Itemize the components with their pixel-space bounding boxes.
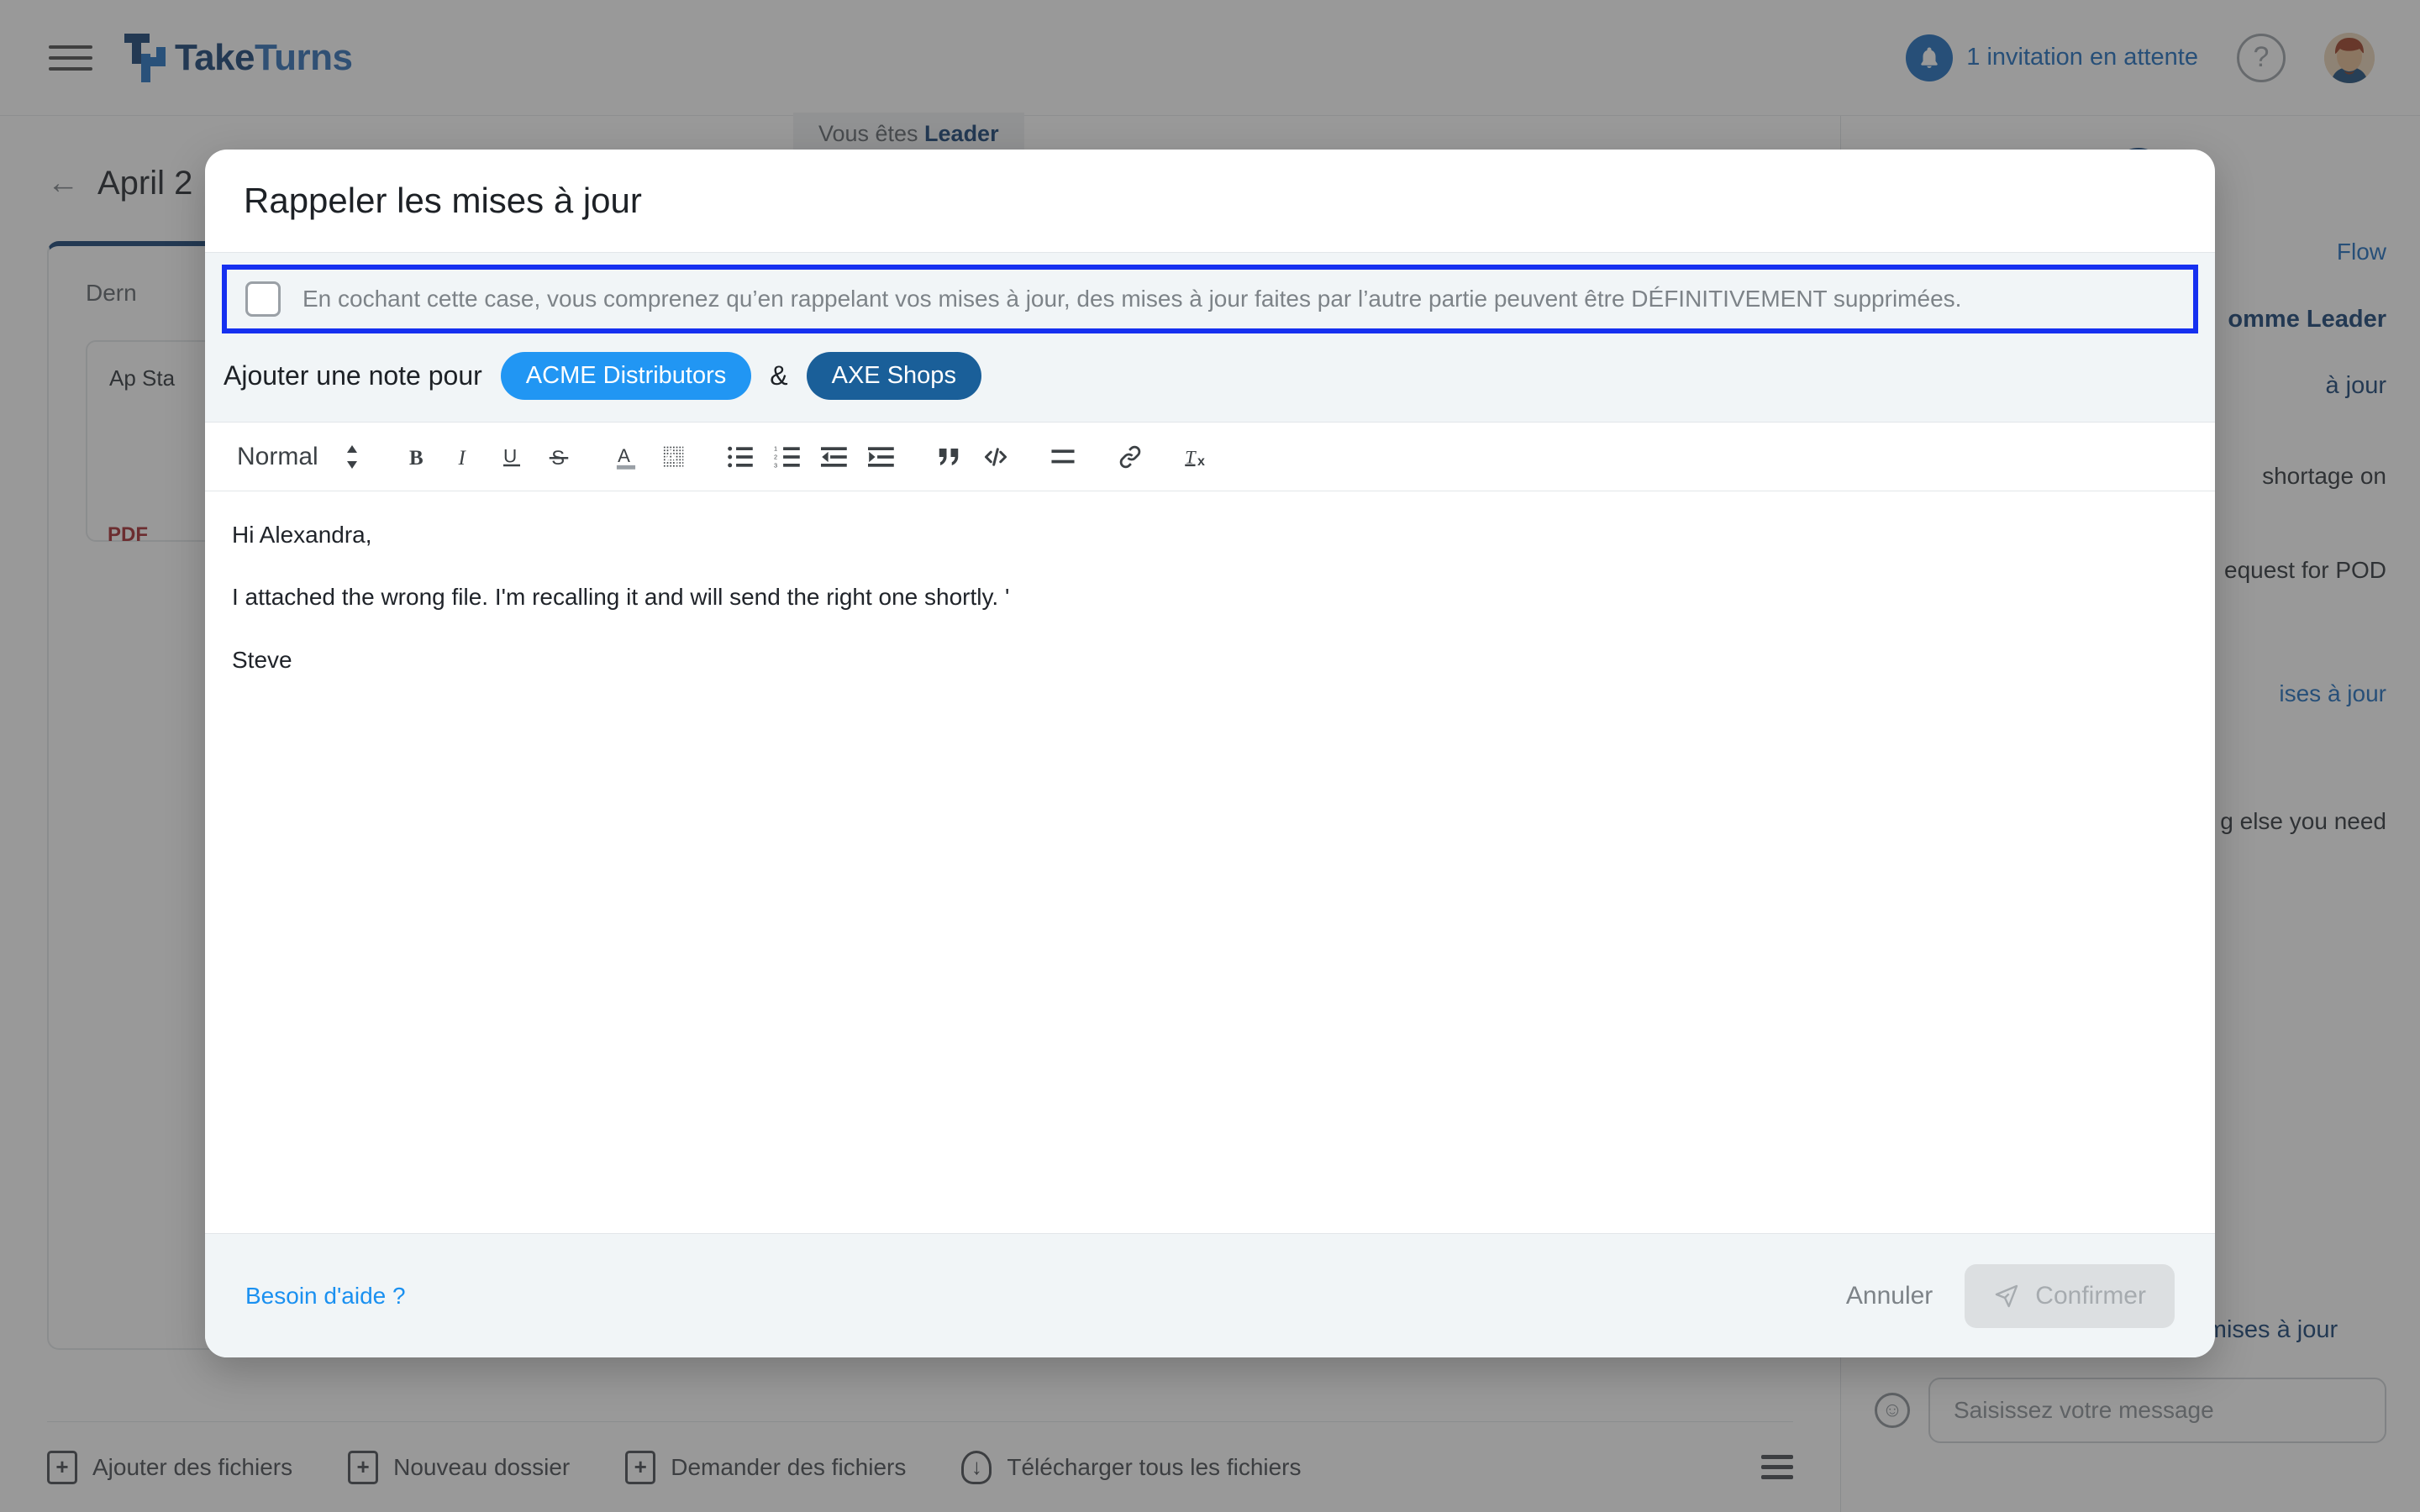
dialog-title: Rappeler les mises à jour	[244, 181, 642, 220]
conjunction-label: &	[770, 360, 788, 391]
party-pill-acme[interactable]: ACME Distributors	[500, 352, 752, 400]
dialog-footer: Besoin d'aide ? Annuler Confirmer	[205, 1233, 2215, 1357]
dialog-header: Rappeler les mises à jour	[205, 150, 2215, 252]
confirm-button[interactable]: Confirmer	[1965, 1263, 2175, 1328]
note-label: Ajouter une note pour	[224, 360, 482, 391]
italic-icon[interactable]: I	[441, 433, 488, 480]
note-line-2: I attached the wrong file. I'm recalling…	[232, 584, 1010, 611]
recall-updates-dialog: Rappeler les mises à jour En cochant cet…	[205, 150, 2215, 1357]
link-icon[interactable]	[1107, 433, 1154, 480]
note-text-area[interactable]: Hi Alexandra, I attached the wrong file.…	[205, 491, 2215, 1233]
dialog-actions: Annuler Confirmer	[1846, 1263, 2175, 1328]
align-icon[interactable]	[1039, 433, 1086, 480]
format-select-value: Normal	[237, 442, 318, 470]
svg-text:B: B	[409, 446, 424, 469]
clear-format-icon[interactable]: Tx	[1174, 433, 1221, 480]
party-pill-axe[interactable]: AXE Shops	[806, 352, 981, 400]
svg-text:x: x	[1197, 454, 1205, 468]
indent-icon[interactable]	[858, 433, 905, 480]
outdent-icon[interactable]	[811, 433, 858, 480]
svg-text:3: 3	[774, 461, 777, 469]
svg-text:2: 2	[774, 453, 777, 460]
editor-toolbar: Normal B I U S A A 1 2 3 T x	[205, 423, 2215, 491]
background-color-icon[interactable]: A	[650, 433, 697, 480]
consent-section: En cochant cette case, vous comprenez qu…	[205, 252, 2215, 423]
confirm-label: Confirmer	[2035, 1281, 2146, 1310]
app-root: TakeTurns 1 invitation en attente ?	[0, 0, 2420, 1512]
consent-label: En cochant cette case, vous comprenez qu…	[302, 286, 1962, 312]
note-editor: Normal B I U S A A 1 2 3 T x Hi Alexandr…	[205, 423, 2215, 1233]
text-color-icon[interactable]: A	[602, 433, 650, 480]
code-block-icon[interactable]	[972, 433, 1019, 480]
svg-text:1: 1	[774, 445, 777, 453]
svg-text:A: A	[665, 446, 677, 467]
svg-text:A: A	[618, 445, 630, 466]
note-recipients-row: Ajouter une note pour ACME Distributors …	[205, 333, 2215, 423]
note-line-3: Steve	[232, 646, 292, 673]
format-select[interactable]: Normal	[227, 443, 374, 471]
consent-row[interactable]: En cochant cette case, vous comprenez qu…	[222, 265, 2198, 333]
cancel-button[interactable]: Annuler	[1846, 1282, 1933, 1310]
bullet-list-icon[interactable]	[717, 433, 764, 480]
strikethrough-icon[interactable]: S	[535, 433, 582, 480]
underline-icon[interactable]: U	[488, 433, 535, 480]
send-icon	[1996, 1284, 2018, 1307]
svg-text:U: U	[503, 445, 517, 466]
consent-checkbox[interactable]	[245, 281, 281, 317]
blockquote-icon[interactable]	[925, 433, 972, 480]
numbered-list-icon[interactable]: 123	[764, 433, 811, 480]
help-link[interactable]: Besoin d'aide ?	[245, 1283, 406, 1310]
bold-icon[interactable]: B	[394, 433, 441, 480]
updown-arrows-icon	[344, 444, 360, 470]
note-line-1: Hi Alexandra,	[232, 522, 372, 548]
svg-text:I: I	[457, 446, 466, 469]
